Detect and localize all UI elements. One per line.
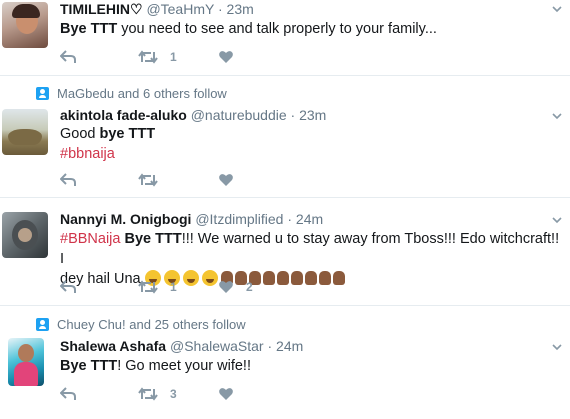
tweet-actions: 1 2	[60, 278, 253, 296]
retweet-icon	[138, 280, 158, 294]
reply-icon	[60, 280, 76, 293]
follow-badge-icon	[36, 318, 49, 331]
tweet-text: Bye TTT! Go meet your wife!!	[60, 356, 565, 376]
timestamp[interactable]: 23m	[227, 1, 254, 17]
tweet[interactable]: MaGbedu and 6 others follow akintola fad…	[0, 76, 570, 198]
username[interactable]: @naturebuddie	[191, 107, 287, 123]
reply-button[interactable]	[60, 173, 138, 187]
clapping-hands-icon	[304, 271, 317, 285]
tweet-header: akintola fade-aluko @naturebuddie · 23m	[60, 107, 326, 123]
retweet-icon	[138, 50, 158, 64]
like-icon	[219, 281, 233, 293]
chevron-down-icon[interactable]	[552, 4, 562, 14]
retweet-count: 1	[170, 50, 177, 64]
clapping-hands-icon	[276, 271, 289, 285]
tweet-header: Nannyi M. Onigbogi @Itzdimplified · 24m	[60, 211, 323, 227]
clapping-hands-icon	[290, 271, 303, 285]
tweet-actions: 1	[60, 48, 246, 66]
avatar[interactable]	[2, 2, 48, 48]
tweet-header: Shalewa Ashafa @ShalewaStar · 24m	[60, 338, 303, 354]
separator-dot: ·	[267, 338, 273, 354]
tweet-text: Bye TTT you need to see and talk properl…	[60, 19, 565, 39]
reply-button[interactable]	[60, 280, 138, 294]
chevron-down-icon[interactable]	[552, 111, 562, 121]
display-name[interactable]: TIMILEHIN♡	[60, 1, 143, 17]
retweet-icon	[138, 387, 158, 401]
reply-button[interactable]	[60, 50, 138, 64]
retweet-icon	[138, 173, 158, 187]
avatar[interactable]	[2, 212, 48, 258]
display-name[interactable]: akintola fade-aluko	[60, 107, 187, 123]
username[interactable]: @ShalewaStar	[170, 338, 264, 354]
chevron-down-icon[interactable]	[552, 215, 562, 225]
clapping-hands-icon	[262, 271, 275, 285]
timestamp[interactable]: 23m	[299, 107, 326, 123]
hashtag-link[interactable]: #bbnaija	[60, 146, 115, 162]
social-context-text: Chuey Chu! and 25 others follow	[57, 317, 246, 332]
reply-button[interactable]	[60, 387, 138, 401]
hashtag-link[interactable]: #BBNaija	[60, 231, 120, 247]
social-context[interactable]: MaGbedu and 6 others follow	[36, 86, 227, 101]
retweet-count: 1	[170, 280, 177, 294]
retweet-button[interactable]: 1	[138, 280, 218, 294]
tweet-text-bold: Bye TTT	[60, 21, 118, 37]
like-button[interactable]	[218, 173, 246, 187]
username[interactable]: @Itzdimplified	[195, 211, 283, 227]
avatar[interactable]	[8, 338, 44, 386]
clapping-hands-icon	[332, 271, 345, 285]
tweet-actions: 3	[60, 385, 246, 403]
tweet-text-bold: Bye TTT	[60, 358, 118, 374]
like-count: 2	[246, 280, 253, 294]
tweet-text-body: Good	[60, 126, 100, 142]
display-name[interactable]: Shalewa Ashafa	[60, 338, 166, 354]
tweet-text-bold: Bye TTT	[124, 231, 182, 247]
retweet-button[interactable]: 3	[138, 387, 218, 401]
tweet-actions	[60, 171, 246, 189]
tweet-text: Good bye TTT #bbnaija	[60, 124, 565, 164]
display-name[interactable]: Nannyi M. Onigbogi	[60, 211, 191, 227]
reply-icon	[60, 387, 76, 400]
like-icon	[219, 51, 233, 63]
like-icon	[219, 174, 233, 186]
tweet-text-body: ! Go meet your wife!!	[117, 358, 251, 374]
like-button[interactable]: 2	[218, 280, 253, 294]
tweet-text-bold: bye TTT	[99, 126, 156, 142]
tweet[interactable]: TIMILEHIN♡ @TeaHmY · 23m Bye TTT you nee…	[0, 0, 570, 76]
username[interactable]: @TeaHmY	[146, 1, 214, 17]
reply-icon	[60, 50, 76, 63]
separator-dot: ·	[290, 107, 296, 123]
tweet-feed: TIMILEHIN♡ @TeaHmY · 23m Bye TTT you nee…	[0, 0, 570, 419]
avatar[interactable]	[2, 109, 48, 155]
social-context[interactable]: Chuey Chu! and 25 others follow	[36, 317, 246, 332]
separator-dot: ·	[217, 1, 223, 17]
follow-badge-icon	[36, 87, 49, 100]
like-button[interactable]	[218, 50, 246, 64]
reply-icon	[60, 173, 76, 186]
chevron-down-icon[interactable]	[552, 342, 562, 352]
tweet[interactable]: Nannyi M. Onigbogi @Itzdimplified · 24m …	[0, 198, 570, 306]
clapping-hands-icon	[318, 271, 331, 285]
retweet-count: 3	[170, 387, 177, 401]
separator-dot: ·	[287, 211, 293, 227]
retweet-button[interactable]	[138, 173, 218, 187]
tweet-text-body: you need to see and talk properly to you…	[117, 21, 437, 37]
like-icon	[219, 388, 233, 400]
like-button[interactable]	[218, 387, 246, 401]
social-context-text: MaGbedu and 6 others follow	[57, 86, 227, 101]
tweet[interactable]: Chuey Chu! and 25 others follow Shalewa …	[0, 306, 570, 419]
tweet-header: TIMILEHIN♡ @TeaHmY · 23m	[60, 1, 254, 18]
retweet-button[interactable]: 1	[138, 50, 218, 64]
timestamp[interactable]: 24m	[296, 211, 323, 227]
timestamp[interactable]: 24m	[276, 338, 303, 354]
